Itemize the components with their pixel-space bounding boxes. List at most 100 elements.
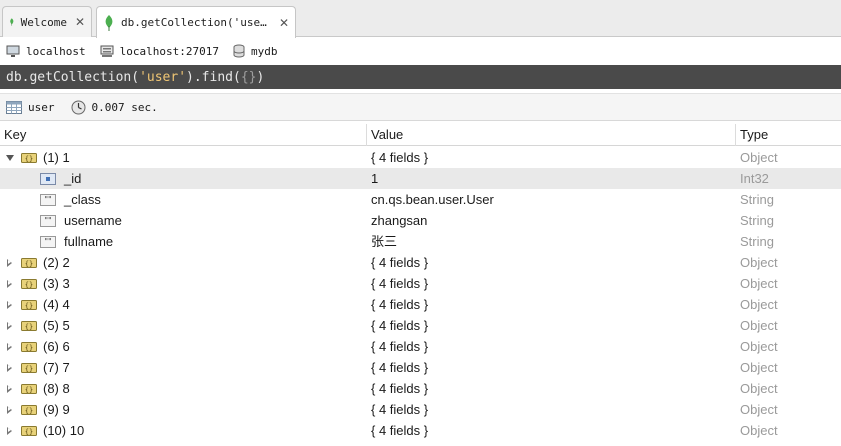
document-value: { 4 fields } — [371, 402, 429, 417]
document-type: Object — [740, 297, 778, 312]
server-label: localhost — [26, 44, 86, 58]
document-row[interactable]: {} (4) 4 { 4 fields } Object — [0, 294, 841, 315]
column-header-key[interactable]: Key — [0, 124, 367, 146]
expand-arrow-icon[interactable] — [5, 279, 15, 289]
tab-welcome[interactable]: Welcome ✕ — [2, 6, 92, 37]
document-key: (6) 6 — [43, 339, 70, 354]
document-key: (3) 3 — [43, 276, 70, 291]
svg-text:{}: {} — [25, 302, 33, 310]
document-value: { 4 fields } — [371, 318, 429, 333]
field-value: 1 — [371, 171, 379, 186]
document-key: (5) 5 — [43, 318, 70, 333]
result-info-bar: user 0.007 sec. — [0, 93, 841, 121]
close-icon[interactable]: ✕ — [75, 15, 85, 29]
expand-arrow-icon[interactable] — [5, 342, 15, 352]
document-row[interactable]: {} (10) 10 { 4 fields } Object — [0, 420, 841, 441]
results-table-header: Key Value Type — [0, 124, 841, 146]
document-row[interactable]: {} (5) 5 { 4 fields } Object — [0, 315, 841, 336]
object-icon: {} — [21, 278, 37, 289]
string-field-icon: "" — [40, 214, 56, 227]
expand-arrow-icon[interactable] — [5, 258, 15, 268]
document-value: { 4 fields } — [371, 423, 429, 438]
mongodb-leaf-icon — [10, 18, 14, 26]
document-value: { 4 fields } — [371, 360, 429, 375]
expand-arrow-icon[interactable] — [5, 426, 15, 436]
tab-query[interactable]: db.getCollection('user').… ✕ — [96, 6, 296, 38]
document-row[interactable]: {} (8) 8 { 4 fields } Object — [0, 378, 841, 399]
address-label: localhost:27017 — [119, 44, 219, 58]
query-editor[interactable]: db.getCollection('user').find({}) — [0, 65, 841, 89]
document-row[interactable]: {} (6) 6 { 4 fields } Object — [0, 336, 841, 357]
document-type: Object — [740, 402, 778, 417]
field-type: String — [740, 234, 774, 249]
document-row[interactable]: {} (1) 1 { 4 fields } Object — [0, 147, 841, 168]
query-middle: ).find( — [186, 69, 241, 85]
object-icon: {} — [21, 257, 37, 268]
object-icon: {} — [21, 383, 37, 394]
object-icon: {} — [21, 152, 37, 163]
document-type: Object — [740, 150, 778, 165]
computer-icon — [6, 45, 20, 57]
object-icon: {} — [21, 362, 37, 373]
database-indicator: mydb — [233, 44, 278, 58]
field-row[interactable]: "" username zhangsan String — [0, 210, 841, 231]
document-value: { 4 fields } — [371, 255, 429, 270]
expand-arrow-icon[interactable] — [5, 300, 15, 310]
document-value: { 4 fields } — [371, 339, 429, 354]
document-key: (8) 8 — [43, 381, 70, 396]
expand-arrow-icon[interactable] — [5, 384, 15, 394]
expand-arrow-icon[interactable] — [5, 321, 15, 331]
object-icon: {} — [21, 341, 37, 352]
field-row[interactable]: "" fullname 张三 String — [0, 231, 841, 252]
document-type: Object — [740, 276, 778, 291]
clock-icon — [71, 100, 85, 114]
field-row[interactable]: "" _class cn.qs.bean.user.User String — [0, 189, 841, 210]
field-value: 张三 — [371, 234, 398, 249]
field-value: cn.qs.bean.user.User — [371, 192, 494, 207]
collapse-arrow-icon[interactable] — [5, 153, 15, 163]
svg-text:{}: {} — [25, 365, 33, 373]
query-argument: {} — [240, 69, 257, 85]
string-field-icon: "" — [40, 193, 56, 206]
document-key: (1) 1 — [43, 150, 70, 165]
connection-bar: localhost localhost:27017 mydb — [0, 38, 841, 64]
query-suffix: ) — [256, 69, 265, 85]
tab-label: db.getCollection('user').… — [121, 16, 271, 29]
document-type: Object — [740, 360, 778, 375]
document-type: Object — [740, 255, 778, 270]
field-value: zhangsan — [371, 213, 428, 228]
svg-text:{}: {} — [25, 344, 33, 352]
svg-text:{}: {} — [25, 281, 33, 289]
field-type: String — [740, 192, 774, 207]
column-header-value[interactable]: Value — [367, 124, 736, 146]
document-row[interactable]: {} (3) 3 { 4 fields } Object — [0, 273, 841, 294]
expand-arrow-icon[interactable] — [5, 405, 15, 415]
document-type: Object — [740, 339, 778, 354]
results-tree: {} (1) 1 { 4 fields } Object _id 1 Int32… — [0, 147, 841, 441]
server-indicator: localhost — [6, 45, 86, 58]
document-row[interactable]: {} (9) 9 { 4 fields } Object — [0, 399, 841, 420]
query-prefix: db.getCollection( — [6, 69, 140, 85]
column-header-type[interactable]: Type — [736, 124, 841, 146]
database-label: mydb — [250, 44, 278, 58]
field-key: fullname — [64, 234, 114, 249]
document-value: { 4 fields } — [371, 276, 429, 291]
document-value: { 4 fields } — [371, 297, 429, 312]
document-row[interactable]: {} (2) 2 { 4 fields } Object — [0, 252, 841, 273]
field-row[interactable]: _id 1 Int32 — [0, 168, 841, 189]
tab-label: Welcome — [20, 15, 67, 29]
expand-arrow-icon[interactable] — [5, 363, 15, 373]
svg-text:{}: {} — [25, 323, 33, 331]
document-key: (7) 7 — [43, 360, 70, 375]
object-icon: {} — [21, 320, 37, 331]
field-key: _id — [64, 171, 82, 186]
collection-label: user — [28, 100, 55, 114]
document-value: { 4 fields } — [371, 381, 429, 396]
execution-time: 0.007 sec. — [91, 100, 158, 114]
document-value: { 4 fields } — [371, 150, 429, 165]
svg-text:"": "" — [44, 237, 51, 246]
close-icon[interactable]: ✕ — [279, 16, 289, 30]
document-row[interactable]: {} (7) 7 { 4 fields } Object — [0, 357, 841, 378]
document-key: (9) 9 — [43, 402, 70, 417]
object-icon: {} — [21, 404, 37, 415]
